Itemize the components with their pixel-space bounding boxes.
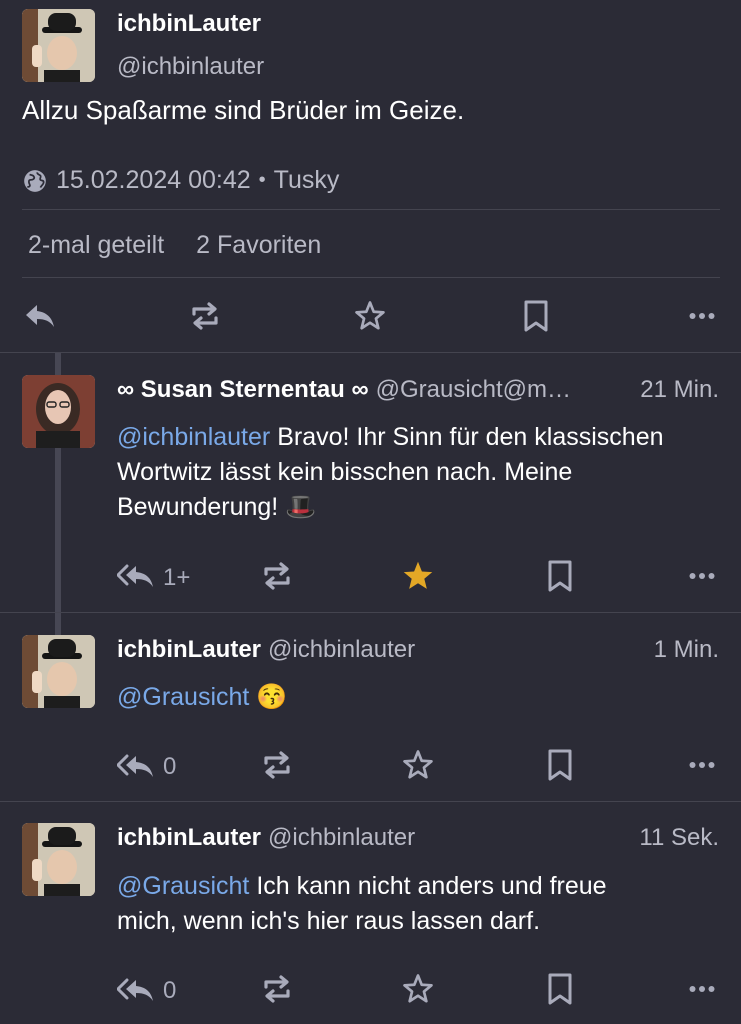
bookmark-button[interactable]: [542, 747, 578, 783]
star-icon: [403, 561, 433, 589]
boost-icon: [264, 975, 290, 1003]
star-icon: [403, 750, 433, 779]
reply-all-button[interactable]: [116, 974, 156, 1006]
bookmark-icon: [524, 300, 548, 332]
display-name[interactable]: ichbinLauter: [117, 636, 261, 664]
more-icon: [689, 762, 715, 768]
more-icon: [689, 986, 715, 992]
reply-header: ichbinLauter @ichbinlauter: [117, 636, 415, 664]
status-stats: 2-mal geteilt 2 Favoriten: [28, 231, 321, 260]
reply-count: 1+: [163, 564, 191, 591]
reply-all-icon: [117, 564, 153, 587]
boost-button[interactable]: [257, 971, 297, 1007]
favourite-button[interactable]: [398, 558, 438, 594]
more-button[interactable]: [684, 304, 720, 328]
boost-button[interactable]: [257, 747, 297, 783]
bookmark-icon: [548, 973, 572, 1005]
bookmark-button[interactable]: [542, 558, 578, 594]
divider: [0, 612, 741, 613]
avatar[interactable]: [22, 375, 95, 448]
display-name[interactable]: ichbinLauter: [117, 824, 261, 852]
more-button[interactable]: [684, 564, 720, 588]
timestamp: 21 Min.: [640, 376, 719, 403]
bookmark-button[interactable]: [518, 297, 554, 335]
boost-count-link[interactable]: 2-mal geteilt: [28, 231, 164, 260]
handle[interactable]: @ichbinlauter: [117, 53, 264, 81]
reply-all-button[interactable]: [116, 560, 156, 592]
boost-icon: [192, 302, 218, 330]
status-text: @Grausicht 😚: [117, 683, 288, 711]
timestamp: 15.02.2024 00:42: [56, 166, 251, 194]
mention-link[interactable]: @ichbinlauter: [117, 423, 270, 451]
mention-link[interactable]: @Grausicht: [117, 872, 249, 900]
reply-all-icon: [117, 978, 153, 1001]
reply-all-icon: [117, 754, 153, 777]
reply-count: 0: [163, 753, 177, 780]
reply-button[interactable]: [22, 298, 58, 334]
divider: [0, 352, 741, 353]
status-text: Allzu Spaßarme sind Brüder im Geize.: [22, 95, 465, 125]
more-icon: [689, 573, 715, 579]
status-meta: 15.02.2024 00:42 • Tusky: [22, 166, 339, 195]
reply-header: ichbinLauter @ichbinlauter: [117, 824, 415, 852]
favourite-button[interactable]: [398, 971, 438, 1007]
divider: [22, 209, 720, 210]
globe-icon: [22, 168, 48, 194]
favourite-count-link[interactable]: 2 Favoriten: [196, 231, 321, 260]
reply-count: 0: [163, 977, 177, 1004]
status-text: @ichbinlauter Bravo! Ihr Sinn für den kl…: [117, 423, 664, 521]
divider: [0, 801, 741, 802]
divider: [22, 277, 720, 278]
mention-link[interactable]: @Grausicht: [117, 683, 249, 711]
boost-icon: [264, 562, 290, 590]
avatar[interactable]: [22, 635, 95, 708]
display-name[interactable]: ∞ Susan Sternentau ∞: [117, 376, 369, 404]
timestamp: 11 Sek.: [639, 824, 719, 851]
avatar[interactable]: [22, 9, 95, 82]
bookmark-icon: [548, 560, 572, 592]
timestamp: 1 Min.: [653, 636, 719, 663]
favourite-button[interactable]: [351, 297, 389, 335]
status-text: @Grausicht Ich kann nicht anders und fre…: [117, 872, 607, 935]
handle[interactable]: @Grausicht@m…: [376, 376, 571, 404]
handle[interactable]: @ichbinlauter: [268, 824, 415, 852]
boost-button[interactable]: [257, 558, 297, 594]
boost-button[interactable]: [185, 297, 225, 335]
display-name[interactable]: ichbinLauter: [117, 10, 261, 38]
more-icon: [689, 313, 715, 319]
more-button[interactable]: [684, 753, 720, 777]
bookmark-button[interactable]: [542, 971, 578, 1007]
reply-header: ∞ Susan Sternentau ∞ @Grausicht@m…: [117, 376, 571, 404]
avatar[interactable]: [22, 823, 95, 896]
separator: •: [258, 169, 266, 191]
star-icon: [403, 974, 433, 1003]
bookmark-icon: [548, 749, 572, 781]
boost-icon: [264, 751, 290, 779]
star-icon: [355, 301, 385, 330]
more-button[interactable]: [684, 977, 720, 1001]
favourite-button[interactable]: [398, 747, 438, 783]
handle[interactable]: @ichbinlauter: [268, 636, 415, 664]
reply-icon: [26, 305, 54, 327]
reply-all-button[interactable]: [116, 750, 156, 782]
client-link[interactable]: Tusky: [274, 166, 340, 195]
